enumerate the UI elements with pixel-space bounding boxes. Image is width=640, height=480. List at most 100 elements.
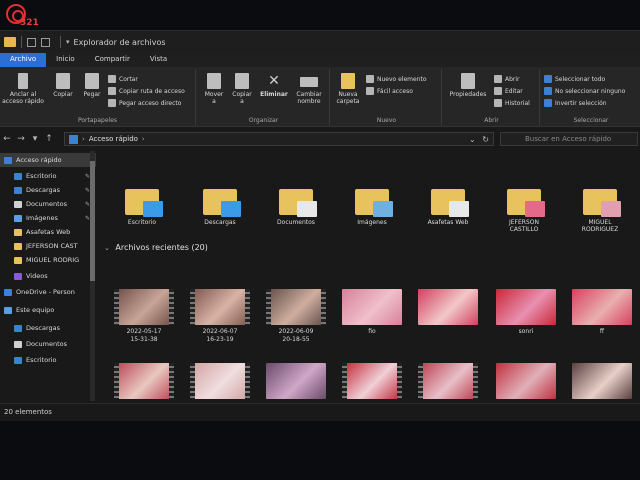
folder-label: Asafetas Web [427,219,469,226]
sidebar-item-icon [14,272,22,280]
copiar-ruta-button[interactable]: Copiar ruta de acceso [108,87,185,95]
cambiar-nombre-button[interactable]: Cambiar nombre [292,73,326,105]
sidebar-item[interactable]: Videos [0,269,96,283]
copiar-a-button[interactable]: Copiar a [230,73,254,105]
sidebar-item[interactable]: Documentos ✎ [0,197,96,211]
recent-file-item[interactable]: 2022-05-17 15-31-38 [112,289,176,344]
recent-files-label: Archivos recientes (20) [115,243,208,252]
recent-file-item[interactable]: pella (2) [264,363,328,401]
sidebar-item[interactable]: Escritorio [0,353,96,367]
folder-item[interactable]: Escritorio [114,189,170,226]
editar-button[interactable]: Editar [494,87,523,95]
recent-file-item[interactable]: ff [570,289,634,336]
new-folder-quick-icon[interactable] [41,37,50,47]
folder-item[interactable]: Imágenes [344,189,400,226]
group-label: Abrir [484,117,499,124]
recent-file-item[interactable]: fio [340,289,404,336]
folder-item[interactable]: Asafetas Web [420,189,476,226]
up-icon[interactable]: ↑ [42,134,56,144]
sidebar-item[interactable]: Acceso rápido [0,153,96,167]
edit-icon [494,87,502,95]
propiedades-button[interactable]: Propiedades [446,73,490,98]
recent-file-item[interactable] [416,289,480,328]
folder-overlay-icon [525,201,545,217]
historial-button[interactable]: Historial [494,99,530,107]
recent-file-item[interactable]: 1790014a0f5d1014f208e6d4ab7067b0-full [570,363,634,401]
recent-file-item[interactable]: 2022-06-17 11-53-40_Trim (2)_Stonic [416,363,480,401]
recent-file-item[interactable]: 2022-06-09 20-18-55 [264,289,328,344]
sidebar-item-icon [14,214,22,222]
sidebar-scrollbar[interactable] [90,151,95,401]
sidebar-item[interactable]: Descargas ✎ [0,183,96,197]
sidebar-item[interactable]: Imágenes ✎ [0,211,96,225]
sidebar-item[interactable]: Escritorio ✎ [0,169,96,183]
forward-icon[interactable]: → [14,134,28,144]
anclar-button[interactable]: Anclar al acceso rápido [2,73,44,105]
copiar-ruta-label: Copiar ruta de acceso [119,87,185,95]
invertir-seleccion-button[interactable]: Invertir selección [544,99,607,107]
facil-acceso-button[interactable]: Fácil acceso [366,87,413,95]
folder-label: Descargas [204,219,236,226]
sidebar-item[interactable]: MIGUEL RODRIG [0,253,96,267]
chevron-down-icon[interactable]: ▾ [66,38,70,46]
recent-files-header[interactable]: ⌄ Archivos recientes (20) [104,243,208,252]
recent-file-item[interactable]: 2022-06-17 08-31-29_Momento [494,363,558,401]
pegar-acceso-button[interactable]: Pegar acceso directo [108,99,181,107]
folder-item[interactable]: Documentos [268,189,324,226]
seleccionar-todo-button[interactable]: Seleccionar todo [544,75,605,83]
tab-archivo[interactable]: Archivo [0,53,47,67]
search-input[interactable]: Buscar en Acceso rápido [500,132,638,146]
tab-vista[interactable]: Vista [140,53,177,67]
sidebar-item-icon [14,228,22,236]
sidebar-item[interactable]: JEFERSON CAST [0,239,96,253]
folder-item[interactable]: MIGUEL RODRIGUEZ [572,189,628,233]
folder-overlay-icon [373,201,393,217]
nueva-carpeta-button[interactable]: Nueva carpeta [334,73,362,105]
file-explorer-window: ▾ Explorador de archivos Archivo Inicio … [0,30,640,421]
mover-button[interactable]: Mover a [202,73,226,105]
sidebar-item-icon [14,242,22,250]
pegar-button[interactable]: Pegar [80,73,104,98]
recent-file-label: fio [368,328,376,335]
folder-overlay-icon [601,201,621,217]
folder-item[interactable]: Descargas [192,189,248,226]
sidebar-item[interactable]: Este equipo [0,303,96,317]
nuevo-elemento-button[interactable]: Nuevo elemento [366,75,427,83]
cortar-button[interactable]: Cortar [108,75,138,83]
refresh-icon[interactable]: ↻ [482,135,489,144]
recent-file-item[interactable]: 2022-06-17 16-26-06 [188,363,252,401]
recent-file-item[interactable]: 2022-06-17 08-31-29 [340,363,404,401]
sidebar-item[interactable]: Descargas [0,321,96,335]
no-seleccionar-button[interactable]: No seleccionar ninguno [544,87,625,95]
address-input[interactable]: › Acceso rápido › ⌄ ↻ [64,132,494,146]
scrollbar-thumb[interactable] [90,161,95,281]
sidebar-item[interactable]: Documentos [0,337,96,351]
folder-icon [4,37,16,47]
folder-icon [125,189,163,217]
abrir-button[interactable]: Abrir [494,75,520,83]
sidebar-item-icon [14,324,22,332]
tab-inicio[interactable]: Inicio [46,53,85,67]
ribbon-tabs: Archivo Inicio Compartir Vista [0,53,640,67]
recent-file-item[interactable]: sonri [494,289,558,336]
address-dropdown-icon[interactable]: ⌄ [469,135,476,144]
recent-dropdown-icon[interactable]: ▾ [28,134,42,144]
recent-file-item[interactable]: 2022-06-21 16-29-27 [112,363,176,401]
tab-compartir[interactable]: Compartir [85,53,140,67]
copiar-button[interactable]: Copiar [50,73,76,98]
video-thumbnail [190,289,250,325]
recent-file-label: 2022-05-17 15-31-38 [126,328,162,343]
folder-item[interactable]: JEFERSON CASTILLO [496,189,552,233]
group-organizar: Mover a Copiar a ✕ Eliminar Cambiar nomb… [198,69,330,125]
sidebar-item[interactable]: OneDrive - Person [0,285,96,299]
sidebar-item-label: Videos [26,272,48,280]
properties-quick-icon[interactable] [27,37,36,47]
pegar-label: Pegar [83,91,101,98]
move-icon [207,73,221,89]
recent-file-item[interactable]: 2022-06-07 16-23-19 [188,289,252,344]
eliminar-label: Eliminar [260,91,288,98]
sidebar-item[interactable]: Asafetas Web [0,225,96,239]
back-icon[interactable]: ← [0,134,14,144]
eliminar-button[interactable]: ✕ Eliminar [260,73,288,98]
invertir-seleccion-label: Invertir selección [555,99,607,107]
